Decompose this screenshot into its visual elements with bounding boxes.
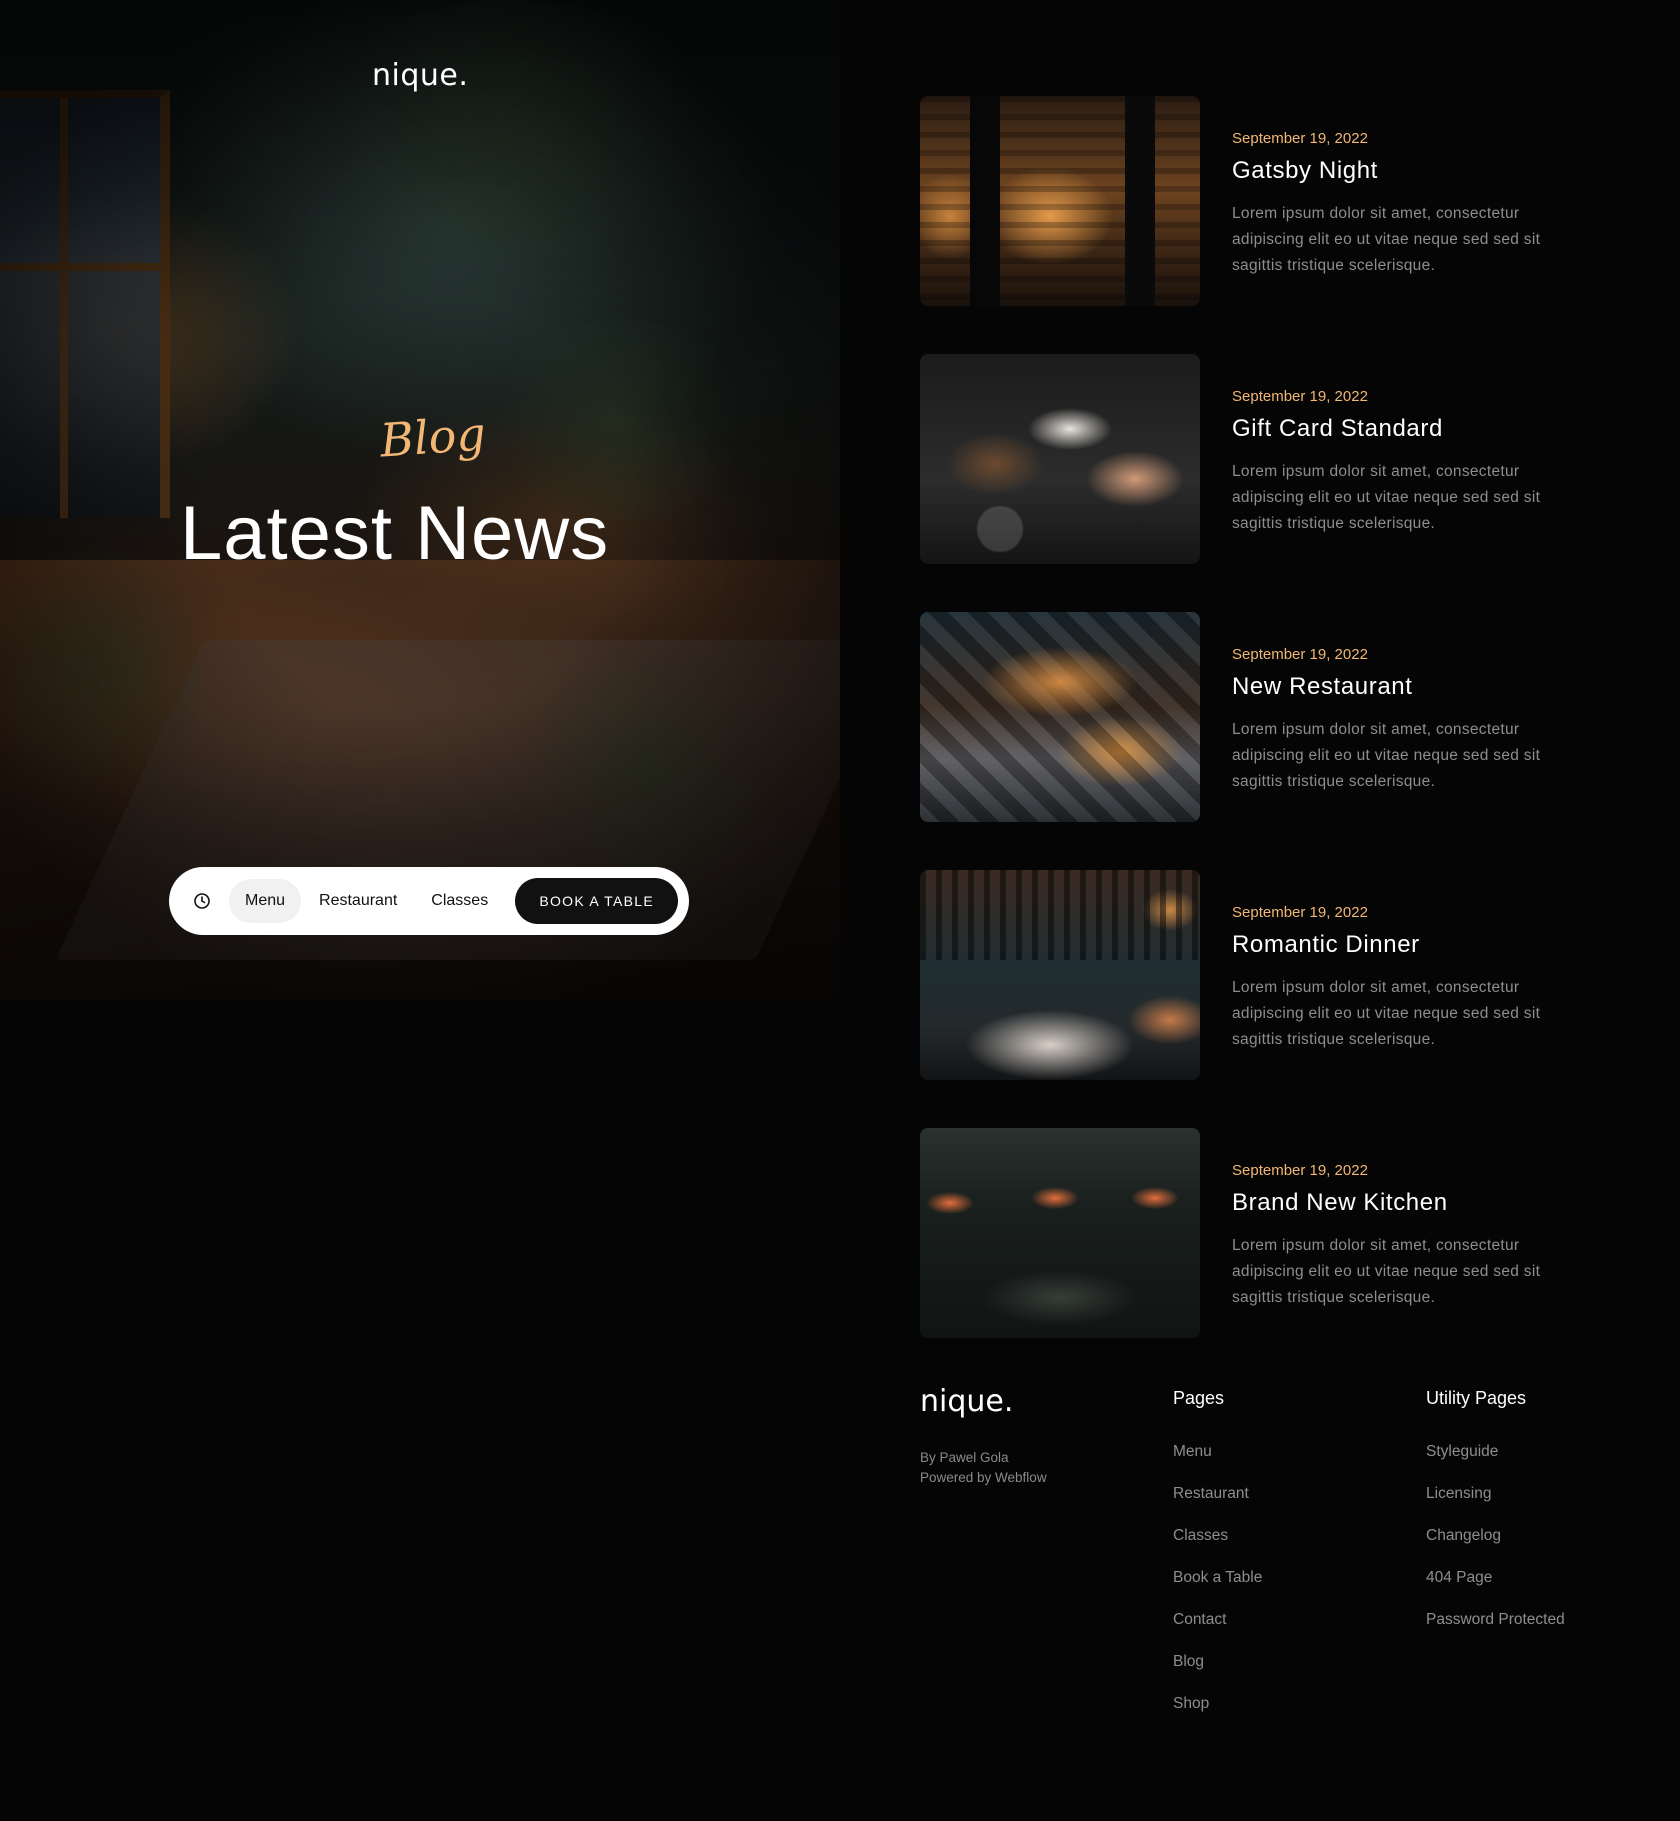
- post-thumbnail[interactable]: [920, 96, 1200, 306]
- footer-link-password-protected[interactable]: Password Protected: [1426, 1610, 1565, 1652]
- footer-link-contact[interactable]: Contact: [1173, 1610, 1262, 1652]
- post-excerpt: Lorem ipsum dolor sit amet, consectetur …: [1232, 721, 1541, 790]
- hero-section: nique. Blog Latest News Menu Restaurant …: [0, 0, 840, 1000]
- site-logo[interactable]: nique.: [372, 58, 468, 93]
- clock-icon[interactable]: [193, 892, 211, 910]
- footer-link-licensing[interactable]: Licensing: [1426, 1484, 1565, 1526]
- nav-link-restaurant[interactable]: Restaurant: [303, 879, 413, 923]
- post-date: September 19, 2022: [1232, 388, 1368, 405]
- post-title[interactable]: Romantic Dinner: [1232, 931, 1592, 959]
- post-title[interactable]: Gatsby Night: [1232, 157, 1592, 185]
- footer-column-title: Pages: [1173, 1388, 1225, 1408]
- footer-link-shop[interactable]: Shop: [1173, 1694, 1262, 1736]
- hero-eyebrow: Blog: [378, 406, 488, 468]
- book-a-table-button[interactable]: BOOK A TABLE: [515, 878, 678, 924]
- blog-post-card[interactable]: September 19, 2022 Brand New Kitchen Lor…: [920, 1128, 1620, 1338]
- footer-link-classes[interactable]: Classes: [1173, 1526, 1262, 1568]
- footer-link-restaurant[interactable]: Restaurant: [1173, 1484, 1262, 1526]
- post-thumbnail[interactable]: [920, 354, 1200, 564]
- post-excerpt: Lorem ipsum dolor sit amet, consectetur …: [1232, 1237, 1541, 1306]
- post-date: September 19, 2022: [1232, 904, 1368, 921]
- post-date: September 19, 2022: [1232, 1162, 1368, 1179]
- post-thumbnail[interactable]: [920, 612, 1200, 822]
- post-excerpt: Lorem ipsum dolor sit amet, consectetur …: [1232, 205, 1541, 274]
- footer-link-blog[interactable]: Blog: [1173, 1652, 1262, 1694]
- post-thumbnail[interactable]: [920, 870, 1200, 1080]
- post-title[interactable]: Gift Card Standard: [1232, 415, 1592, 443]
- blog-post-card[interactable]: September 19, 2022 Gatsby Night Lorem ip…: [920, 96, 1620, 306]
- footer-link-menu[interactable]: Menu: [1173, 1442, 1262, 1484]
- post-date: September 19, 2022: [1232, 646, 1368, 663]
- credit-platform[interactable]: Powered by Webflow: [920, 1468, 1047, 1488]
- blog-post-card[interactable]: September 19, 2022 Romantic Dinner Lorem…: [920, 870, 1620, 1080]
- footer-pages-column: Pages Menu Restaurant Classes Book a Tab…: [1173, 1388, 1262, 1736]
- page-title: Latest News: [180, 491, 610, 576]
- blog-post-list: September 19, 2022 Gatsby Night Lorem ip…: [920, 96, 1620, 1386]
- post-thumbnail[interactable]: [920, 1128, 1200, 1338]
- footer-column-title: Utility Pages: [1426, 1388, 1527, 1408]
- post-excerpt: Lorem ipsum dolor sit amet, consectetur …: [1232, 463, 1541, 532]
- footer-utility-column: Utility Pages Styleguide Licensing Chang…: [1426, 1388, 1565, 1652]
- footer-link-styleguide[interactable]: Styleguide: [1426, 1442, 1565, 1484]
- blog-post-card[interactable]: September 19, 2022 Gift Card Standard Lo…: [920, 354, 1620, 564]
- nav-link-menu[interactable]: Menu: [229, 879, 302, 923]
- credit-author[interactable]: By Pawel Gola: [920, 1448, 1047, 1468]
- blog-post-card[interactable]: September 19, 2022 New Restaurant Lorem …: [920, 612, 1620, 822]
- footer-logo[interactable]: nique.: [920, 1384, 1013, 1419]
- post-title[interactable]: New Restaurant: [1232, 673, 1592, 701]
- footer-credits: By Pawel Gola Powered by Webflow: [920, 1448, 1047, 1488]
- footer-link-404-page[interactable]: 404 Page: [1426, 1568, 1565, 1610]
- post-date: September 19, 2022: [1232, 130, 1368, 147]
- post-excerpt: Lorem ipsum dolor sit amet, consectetur …: [1232, 979, 1541, 1048]
- post-title[interactable]: Brand New Kitchen: [1232, 1189, 1592, 1217]
- footer-link-changelog[interactable]: Changelog: [1426, 1526, 1565, 1568]
- nav-link-classes[interactable]: Classes: [415, 879, 504, 923]
- main-navigation: Menu Restaurant Classes BOOK A TABLE: [169, 867, 689, 935]
- footer-link-book-a-table[interactable]: Book a Table: [1173, 1568, 1262, 1610]
